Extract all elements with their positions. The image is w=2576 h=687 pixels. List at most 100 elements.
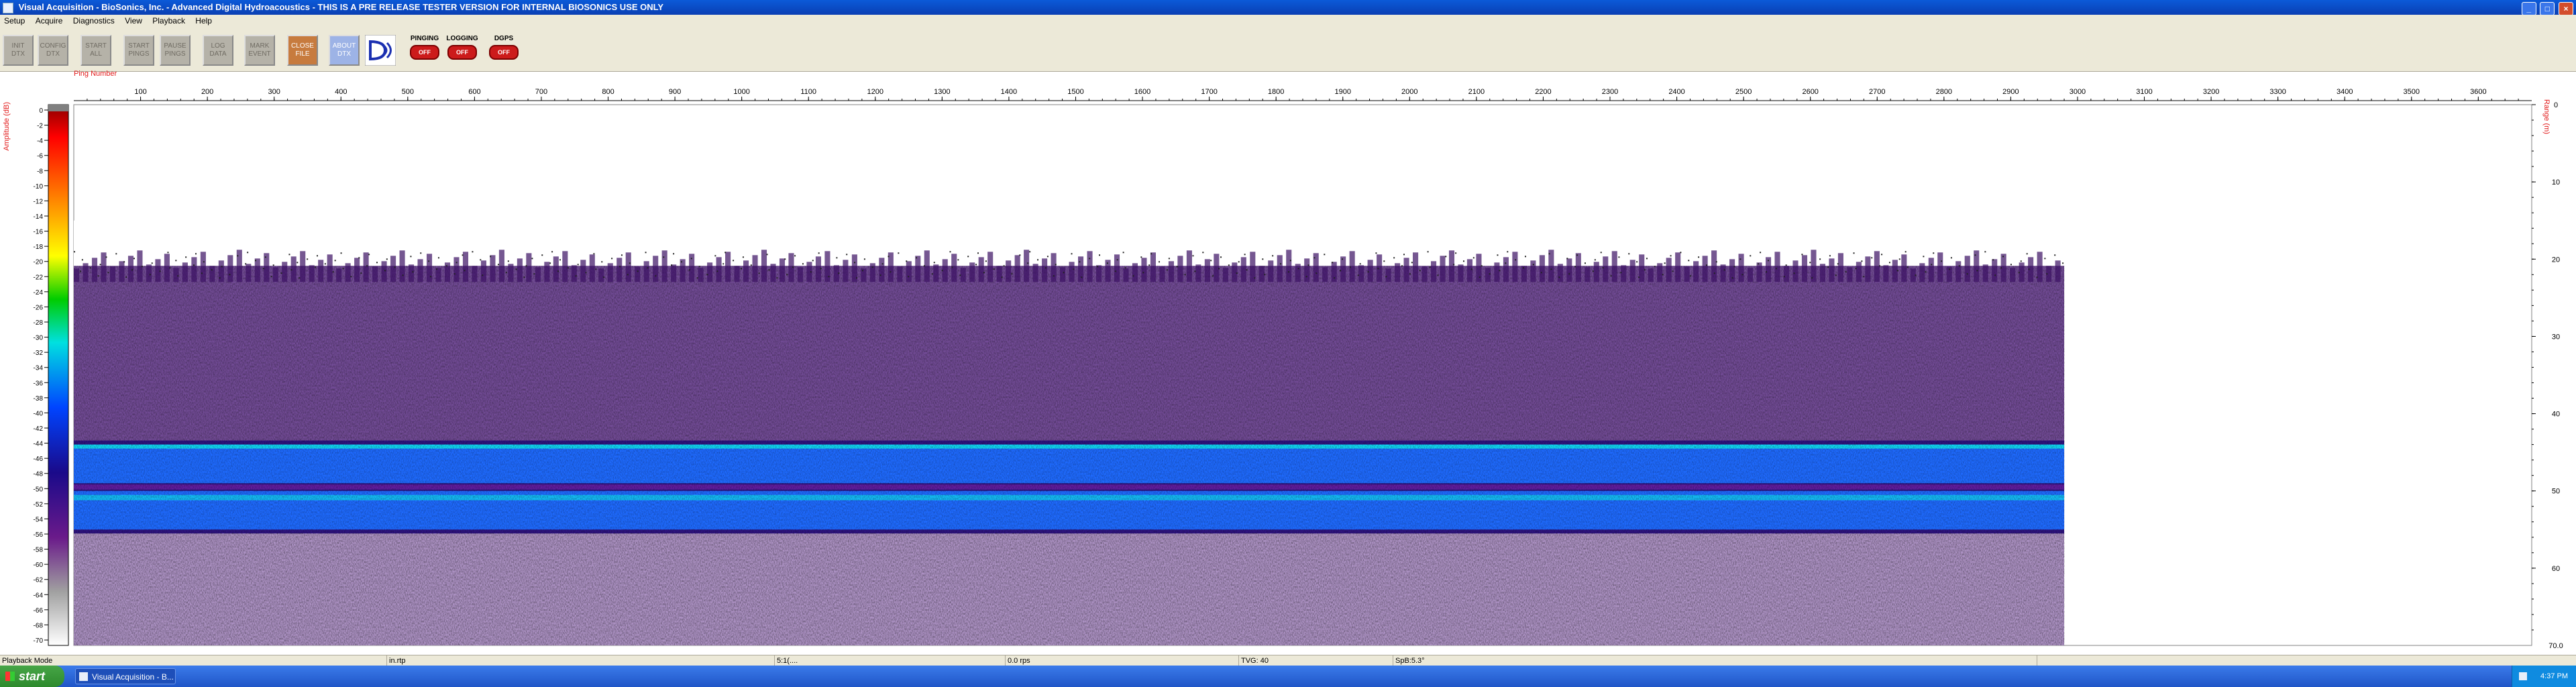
echo-speckle xyxy=(384,270,386,272)
echo-speckle xyxy=(1576,254,1578,256)
echo-speckle xyxy=(515,268,517,270)
logging-label: LOGGING xyxy=(446,35,478,42)
amplitude-tick-label: -52 xyxy=(34,501,44,509)
window-title: Visual Acquisition - BioSonics, Inc. - A… xyxy=(18,2,664,12)
echo-spike xyxy=(698,268,704,282)
echo-speckle xyxy=(1602,267,1604,269)
echo-spike xyxy=(354,258,360,282)
echo-spike xyxy=(869,263,875,282)
echo-spike xyxy=(417,259,423,282)
echo-spike xyxy=(933,264,939,282)
echo-speckle xyxy=(2018,272,2020,274)
echo-noise-lower-texture xyxy=(74,533,2065,645)
amplitude-tick-label: -50 xyxy=(34,486,44,493)
echo-spike xyxy=(127,256,134,282)
network-icon[interactable] xyxy=(2519,672,2527,680)
echo-speckle xyxy=(332,271,334,273)
x-tick-label: 1600 xyxy=(1134,88,1150,96)
init-dtx-label-2: DTX xyxy=(11,50,25,58)
mark-event-button[interactable]: MARK EVENT xyxy=(244,35,275,66)
echo-spike xyxy=(1801,255,1808,282)
echo-speckle xyxy=(1670,255,1672,257)
echo-speckle xyxy=(507,260,509,262)
status-bar: Playback Mode in.rtp 5:1(.... 0.0 rps TV… xyxy=(0,655,2576,666)
echo-speckle xyxy=(316,255,318,257)
echo-speckle xyxy=(1349,266,1351,268)
menu-view[interactable]: View xyxy=(121,16,146,25)
echo-speckle xyxy=(1027,262,1029,264)
echo-speckle xyxy=(1019,254,1021,256)
echo-speckle xyxy=(1941,260,1943,262)
echo-spike xyxy=(1783,266,1790,282)
echo-speckle xyxy=(733,260,735,262)
echo-speckle xyxy=(906,260,908,262)
echo-speckle xyxy=(663,256,665,258)
config-dtx-button[interactable]: CONFIG DTX xyxy=(38,35,68,66)
close-file-button[interactable]: CLOSE FILE xyxy=(287,35,318,66)
menu-diagnostics[interactable]: Diagnostics xyxy=(69,16,119,25)
echo-spike xyxy=(1476,254,1482,282)
echo-speckle xyxy=(1775,268,1777,270)
echo-speckle xyxy=(472,251,474,253)
menu-playback[interactable]: Playback xyxy=(148,16,189,25)
echo-speckle xyxy=(1287,271,1289,273)
echo-spike xyxy=(1593,262,1599,282)
echo-speckle xyxy=(299,277,301,279)
echo-speckle xyxy=(149,274,151,276)
log-data-label-2: DATA xyxy=(209,50,227,58)
close-window-button[interactable]: × xyxy=(2559,2,2573,15)
echo-speckle xyxy=(810,271,812,273)
x-tick-label: 3500 xyxy=(2404,88,2420,96)
start-button[interactable]: start xyxy=(0,666,64,687)
echo-speckle xyxy=(959,274,961,276)
start-all-button[interactable]: START ALL xyxy=(80,35,111,66)
echo-speckle xyxy=(175,260,177,262)
echo-speckle xyxy=(871,266,873,268)
echo-speckle xyxy=(750,264,752,266)
echo-speckle xyxy=(2046,273,2048,275)
maximize-button[interactable]: □ xyxy=(2540,2,2555,15)
echo-noise-texture xyxy=(74,266,2065,445)
taskbar: start Visual Acquisition - B... 4:37 PM xyxy=(0,666,2576,687)
range-tick-label: 30 xyxy=(2552,333,2560,341)
pause-pings-button[interactable]: PAUSE PINGS xyxy=(160,35,191,66)
start-pings-button[interactable]: START PINGS xyxy=(123,35,154,66)
echo-speckle xyxy=(1142,272,1144,274)
menu-acquire[interactable]: Acquire xyxy=(32,16,67,25)
init-dtx-button[interactable]: INIT DTX xyxy=(3,35,34,66)
echo-speckle xyxy=(89,267,91,269)
echo-speckle xyxy=(2028,268,2030,270)
echo-speckle xyxy=(1148,264,1150,266)
minimize-button[interactable]: _ xyxy=(2521,2,2536,15)
amplitude-tick-label: -34 xyxy=(34,365,44,372)
taskbar-item-visual-acquisition[interactable]: Visual Acquisition - B... xyxy=(75,668,176,684)
system-tray: 4:37 PM xyxy=(2512,666,2576,687)
echo-speckle xyxy=(1984,251,1986,253)
menu-help[interactable]: Help xyxy=(191,16,216,25)
echogram-view[interactable]: 100 200 300 400 500 600 700 800 900 1000 1100 1200 1… xyxy=(0,76,2576,655)
about-dtx-button[interactable]: ABOUT DTX xyxy=(329,35,360,66)
echo-speckle xyxy=(290,269,292,271)
echo-speckle xyxy=(1499,270,1501,272)
echo-spike xyxy=(1657,263,1663,282)
echo-speckle xyxy=(462,254,464,256)
echo-speckle xyxy=(394,266,396,268)
x-tick-label: 1900 xyxy=(1334,88,1350,96)
echo-spike xyxy=(969,262,975,282)
echo-speckle xyxy=(376,262,378,264)
log-data-button[interactable]: LOG DATA xyxy=(203,35,233,66)
echo-speckle xyxy=(1628,253,1630,255)
menu-setup[interactable]: Setup xyxy=(0,16,29,25)
x-tick-label: 1100 xyxy=(800,88,816,96)
echo-speckle xyxy=(2010,264,2012,266)
amplitude-tick-label: -28 xyxy=(34,319,44,327)
echo-spike xyxy=(1494,262,1500,282)
echo-speckle xyxy=(1837,263,1839,265)
amplitude-tick-label: -4 xyxy=(37,138,43,145)
x-tick-label: 100 xyxy=(134,88,146,96)
echo-spike xyxy=(1829,258,1835,282)
echo-spike xyxy=(797,267,804,282)
echo-speckle xyxy=(1907,266,1909,268)
amplitude-tick-label: -36 xyxy=(34,380,44,387)
echo-spike xyxy=(218,260,224,282)
